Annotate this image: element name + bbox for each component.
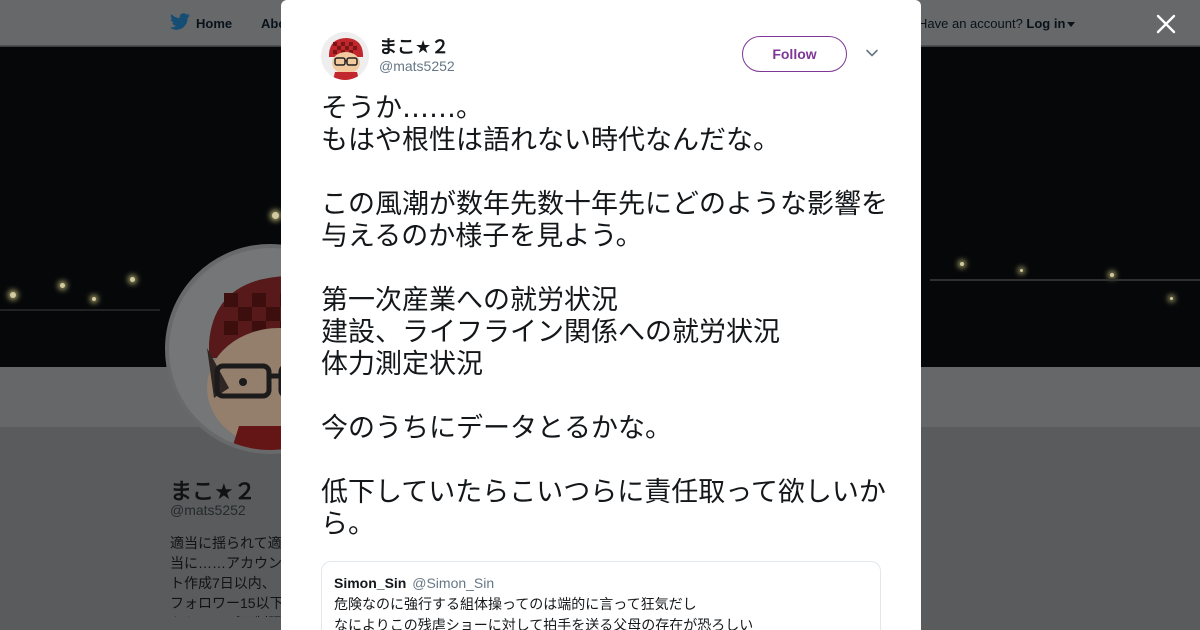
chevron-down-icon[interactable] bbox=[865, 46, 879, 60]
tweet-paragraph: 第一次産業への就労状況 建設、ライフライン関係への就労状況 体力測定状況 bbox=[321, 285, 780, 380]
tweet-author-avatar[interactable] bbox=[321, 32, 369, 80]
quoted-tweet[interactable]: Simon_Sin @Simon_Sin 危険なのに強行する組体操ってのは端的に… bbox=[321, 561, 881, 630]
quoted-author-name: Simon_Sin bbox=[334, 575, 407, 591]
follow-button[interactable]: Follow bbox=[742, 36, 847, 72]
close-icon[interactable] bbox=[1150, 8, 1182, 40]
tweet-paragraph: そうか……。 もはや根性は語れない時代なんだな。 bbox=[321, 93, 780, 156]
tweet-modal: まこ★２ @mats5252 Follow そうか……。 もはや根性は語れない時… bbox=[281, 0, 921, 630]
tweet-text: そうか……。 もはや根性は語れない時代なんだな。 この風潮が数年先数十年先にどの… bbox=[321, 93, 891, 541]
quoted-author-handle: @Simon_Sin bbox=[412, 575, 495, 591]
tweet-author-name[interactable]: まこ★２ bbox=[379, 33, 449, 59]
tweet-paragraph: 今のうちにデータとるかな。 bbox=[321, 413, 672, 444]
tweet-paragraph: 低下していたらこいつらに責任取って欲しいから。 bbox=[321, 477, 886, 540]
tweet-paragraph: この風潮が数年先数十年先にどのような影響を与えるのか様子を見よう。 bbox=[321, 189, 888, 252]
tweet-author-handle[interactable]: @mats5252 bbox=[379, 58, 455, 74]
quoted-tweet-text: 危険なのに強行する組体操ってのは端的に言って狂気だし なによりこの残虐ショーに対… bbox=[334, 597, 754, 630]
quoted-tweet-header: Simon_Sin @Simon_Sin bbox=[334, 575, 868, 591]
